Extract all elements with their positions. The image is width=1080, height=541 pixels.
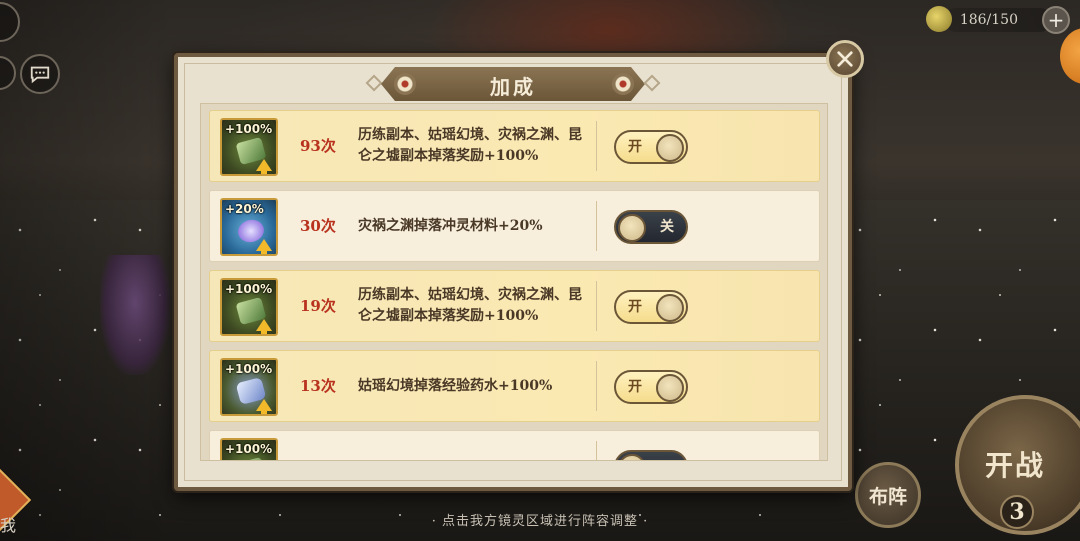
bonus-description: 灾祸之渊掉落冲灵材料+20%: [358, 191, 588, 261]
stamina-counter: 186/150: [944, 8, 1052, 32]
icon-percent-label: +20%: [225, 202, 264, 216]
bonus-description-text: 姑瑶幻境掉落经验药水+100%: [358, 377, 553, 394]
bonus-row: +20% 30次 灾祸之渊掉落冲灵材料+20% 关: [209, 190, 820, 262]
row-divider: [596, 121, 597, 171]
green-scroll-icon: +100%: [220, 278, 278, 336]
remaining-count: 19次: [300, 297, 336, 315]
dialog-title: 加成: [490, 75, 536, 99]
up-arrow-icon: [256, 239, 272, 254]
bonus-toggle[interactable]: 开: [614, 290, 688, 324]
row-divider: [596, 201, 597, 251]
icon-percent-label: +100%: [225, 442, 273, 456]
bonus-toggle[interactable]: [614, 450, 688, 460]
close-icon: [837, 51, 853, 67]
green-scroll-icon: +100%: [220, 438, 278, 460]
bonus-toggle[interactable]: 开: [614, 370, 688, 404]
row-divider: [596, 441, 597, 460]
bonus-description-text: 历练副本、姑瑶幻境、灾祸之渊、昆仑之墟副本掉落奖励+100%: [358, 127, 582, 164]
bonus-description: 历练副本、姑瑶幻境、灾祸之渊、昆仑之墟副本掉落奖励+100%: [358, 271, 588, 341]
bonus-row: +100% 19次 历练副本、姑瑶幻境、灾祸之渊、昆仑之墟副本掉落奖励+100%…: [209, 270, 820, 342]
bonus-row: +100%: [209, 430, 820, 460]
up-arrow-icon: [256, 319, 272, 334]
bonus-description-text: 历练副本、姑瑶幻境、灾祸之渊、昆仑之墟副本掉落奖励+100%: [358, 287, 582, 324]
remaining-count: 13次: [300, 377, 336, 395]
plus-icon: +: [1047, 8, 1065, 32]
bonus-description: [358, 431, 588, 460]
close-button[interactable]: [826, 40, 864, 78]
chat-button[interactable]: [20, 54, 60, 94]
add-stamina-button[interactable]: +: [1042, 6, 1070, 34]
remaining-count: 93次: [300, 137, 336, 155]
toggle-knob: [656, 374, 684, 402]
formation-label: 布阵: [868, 485, 907, 508]
row-divider: [596, 361, 597, 411]
formation-hint: · 点击我方镜灵区域进行阵容调整 ·: [431, 514, 649, 529]
battle-count-badge: 3: [1000, 495, 1034, 529]
icon-percent-label: +100%: [225, 362, 273, 376]
potion-icon: +100%: [220, 358, 278, 416]
formation-button[interactable]: 布阵: [855, 462, 921, 528]
toggle-label: 关: [660, 219, 674, 235]
bonus-row: +100% 93次 历练副本、姑瑶幻境、灾祸之渊、昆仑之墟副本掉落奖励+100%…: [209, 110, 820, 182]
item-art: [235, 457, 267, 460]
green-scroll-icon: +100%: [220, 118, 278, 176]
bonus-toggle[interactable]: 开: [614, 130, 688, 164]
stamina-value: 186/150: [959, 12, 1018, 28]
character-sprite[interactable]: [100, 255, 170, 375]
up-arrow-icon: [256, 399, 272, 414]
bonus-description: 姑瑶幻境掉落经验药水+100%: [358, 351, 588, 421]
bonus-description: 历练副本、姑瑶幻境、灾祸之渊、昆仑之墟副本掉落奖励+100%: [358, 111, 588, 181]
bonus-list[interactable]: +100% 93次 历练副本、姑瑶幻境、灾祸之渊、昆仑之墟副本掉落奖励+100%…: [200, 103, 828, 461]
toggle-label: 开: [628, 299, 642, 315]
up-arrow-icon: [256, 159, 272, 174]
bonus-toggle[interactable]: 关: [614, 210, 688, 244]
row-divider: [596, 281, 597, 331]
toggle-knob: [656, 134, 684, 162]
toggle-knob: [618, 214, 646, 242]
chat-bubble-icon: [30, 66, 50, 84]
toggle-label: 开: [628, 139, 642, 155]
remaining-count: 30次: [300, 217, 336, 235]
icon-percent-label: +100%: [225, 282, 273, 296]
toggle-label: 开: [628, 379, 642, 395]
blue-orb-icon: +20%: [220, 198, 278, 256]
start-battle-label: 开战: [985, 449, 1046, 482]
bonus-row: +100% 13次 姑瑶幻境掉落经验药水+100% 开: [209, 350, 820, 422]
stamina-icon: [926, 6, 952, 32]
toggle-knob: [618, 454, 646, 460]
bonus-description-text: 灾祸之渊掉落冲灵材料+20%: [358, 217, 543, 234]
toggle-knob: [656, 294, 684, 322]
icon-percent-label: +100%: [225, 122, 273, 136]
